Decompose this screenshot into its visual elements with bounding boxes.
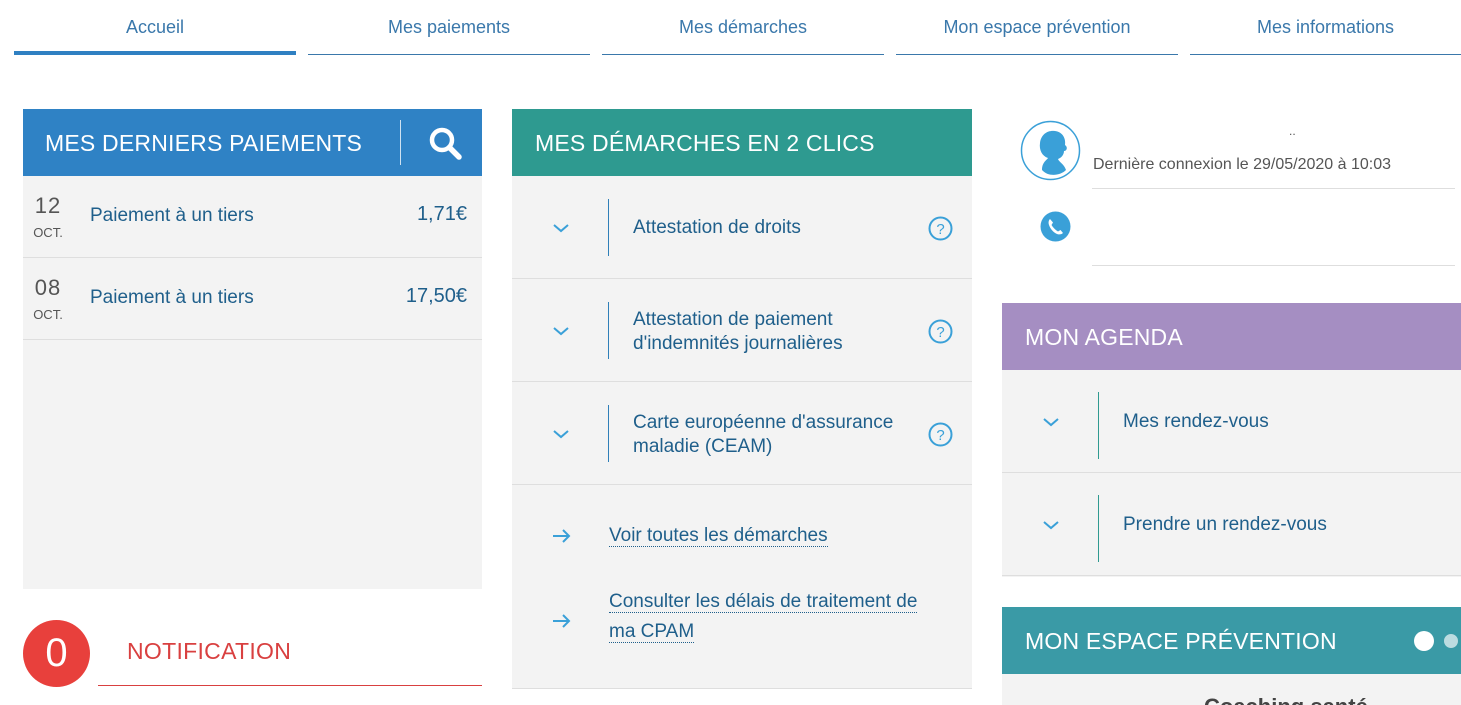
payment-amount: 1,71€	[416, 203, 467, 225]
agenda-title: MON AGENDA	[1025, 324, 1183, 350]
demarche-item-attestation-droits[interactable]: Attestation de droits ?	[512, 176, 972, 279]
arrow-right-icon	[553, 529, 571, 543]
carousel-dot[interactable]	[1444, 634, 1458, 648]
link-voir-toutes-demarches[interactable]: Voir toutes les démarches	[609, 521, 939, 551]
agenda-header: MON AGENDA	[1002, 303, 1461, 370]
prevention-title: MON ESPACE PRÉVENTION	[1025, 628, 1337, 654]
link-text: Consulter les délais de traitement de ma…	[609, 591, 918, 643]
demarches-header: MES DÉMARCHES EN 2 CLICS	[512, 109, 972, 176]
payment-month: OCT.	[33, 225, 63, 240]
notification-count-badge: 0	[23, 620, 90, 687]
tab-mes-informations[interactable]: Mes informations	[1190, 0, 1461, 55]
prevention-subtitle: Coaching santé	[1204, 694, 1368, 705]
demarche-item-attestation-ij[interactable]: Attestation de paiement d'indemnités jou…	[512, 279, 972, 382]
agenda-panel: MON AGENDA Mes rendez-vous Prendre un re…	[1002, 303, 1461, 577]
carousel-dot-active[interactable]	[1414, 631, 1434, 651]
item-divider	[1098, 495, 1099, 562]
chevron-down-icon	[553, 224, 569, 233]
arrow-right-icon	[553, 614, 571, 628]
payments-panel: MES DERNIERS PAIEMENTS 12 OCT. Paiement …	[23, 109, 482, 589]
item-divider	[608, 199, 609, 256]
demarche-item-ceam[interactable]: Carte européenne d'assurance maladie (CE…	[512, 382, 972, 485]
notification-underline	[98, 685, 482, 686]
svg-text:?: ?	[936, 427, 944, 444]
payment-label: Paiement à un tiers	[90, 205, 254, 226]
help-icon[interactable]: ?	[928, 422, 953, 447]
tab-mon-espace-prevention[interactable]: Mon espace prévention	[896, 0, 1178, 55]
payment-row[interactable]: 12 OCT. Paiement à un tiers 1,71€	[23, 176, 482, 258]
item-divider	[608, 405, 609, 462]
header-divider	[400, 120, 401, 165]
user-avatar-icon	[1020, 120, 1081, 181]
payment-day: 08	[34, 275, 62, 300]
payment-month: OCT.	[33, 307, 63, 322]
agenda-label: Mes rendez-vous	[1123, 411, 1269, 432]
profile-divider	[1092, 265, 1455, 266]
demarche-label: Attestation de droits	[633, 217, 801, 238]
prevention-header: MON ESPACE PRÉVENTION	[1002, 607, 1461, 674]
agenda-label: Prendre un rendez-vous	[1123, 514, 1327, 535]
tab-mes-paiements[interactable]: Mes paiements	[308, 0, 590, 55]
payment-amount: 17,50€	[405, 285, 467, 307]
search-icon[interactable]	[427, 125, 463, 161]
chevron-down-icon	[1043, 521, 1059, 530]
help-icon[interactable]: ?	[928, 319, 953, 344]
user-name: ..	[1289, 124, 1296, 138]
demarche-label: Carte européenne d'assurance maladie (CE…	[633, 412, 894, 457]
item-divider	[1098, 392, 1099, 459]
payment-day: 12	[34, 193, 62, 218]
payment-label: Paiement à un tiers	[90, 287, 254, 308]
last-connection: Dernière connexion le 29/05/2020 à 10:03	[1093, 156, 1391, 173]
payments-title: MES DERNIERS PAIEMENTS	[45, 130, 363, 156]
payment-row[interactable]: 08 OCT. Paiement à un tiers 17,50€	[23, 258, 482, 340]
payments-header: MES DERNIERS PAIEMENTS	[23, 109, 482, 176]
link-text: Voir toutes les démarches	[609, 525, 828, 547]
main-nav: Accueil Mes paiements Mes démarches Mon …	[14, 0, 1461, 56]
link-delais-traitement[interactable]: Consulter les délais de traitement de ma…	[609, 587, 939, 647]
svg-text:?: ?	[936, 221, 944, 238]
prevention-panel: MON ESPACE PRÉVENTION Coaching santé	[1002, 607, 1461, 705]
notification-label[interactable]: NOTIFICATION	[127, 638, 291, 665]
demarche-label: Attestation de paiement d'indemnités jou…	[633, 309, 843, 354]
chevron-down-icon	[553, 327, 569, 336]
tab-mes-demarches[interactable]: Mes démarches	[602, 0, 884, 55]
item-divider	[608, 302, 609, 359]
demarches-panel: MES DÉMARCHES EN 2 CLICS Attestation de …	[512, 109, 972, 689]
chevron-down-icon	[1043, 418, 1059, 427]
svg-text:?: ?	[936, 324, 944, 341]
chevron-down-icon	[553, 430, 569, 439]
agenda-item-mes-rendez-vous[interactable]: Mes rendez-vous	[1002, 370, 1461, 473]
demarches-title: MES DÉMARCHES EN 2 CLICS	[535, 130, 875, 156]
agenda-item-prendre-rendez-vous[interactable]: Prendre un rendez-vous	[1002, 473, 1461, 576]
help-icon[interactable]: ?	[928, 216, 953, 241]
profile-divider	[1092, 188, 1455, 189]
phone-icon	[1040, 211, 1071, 242]
tab-accueil[interactable]: Accueil	[14, 0, 296, 55]
